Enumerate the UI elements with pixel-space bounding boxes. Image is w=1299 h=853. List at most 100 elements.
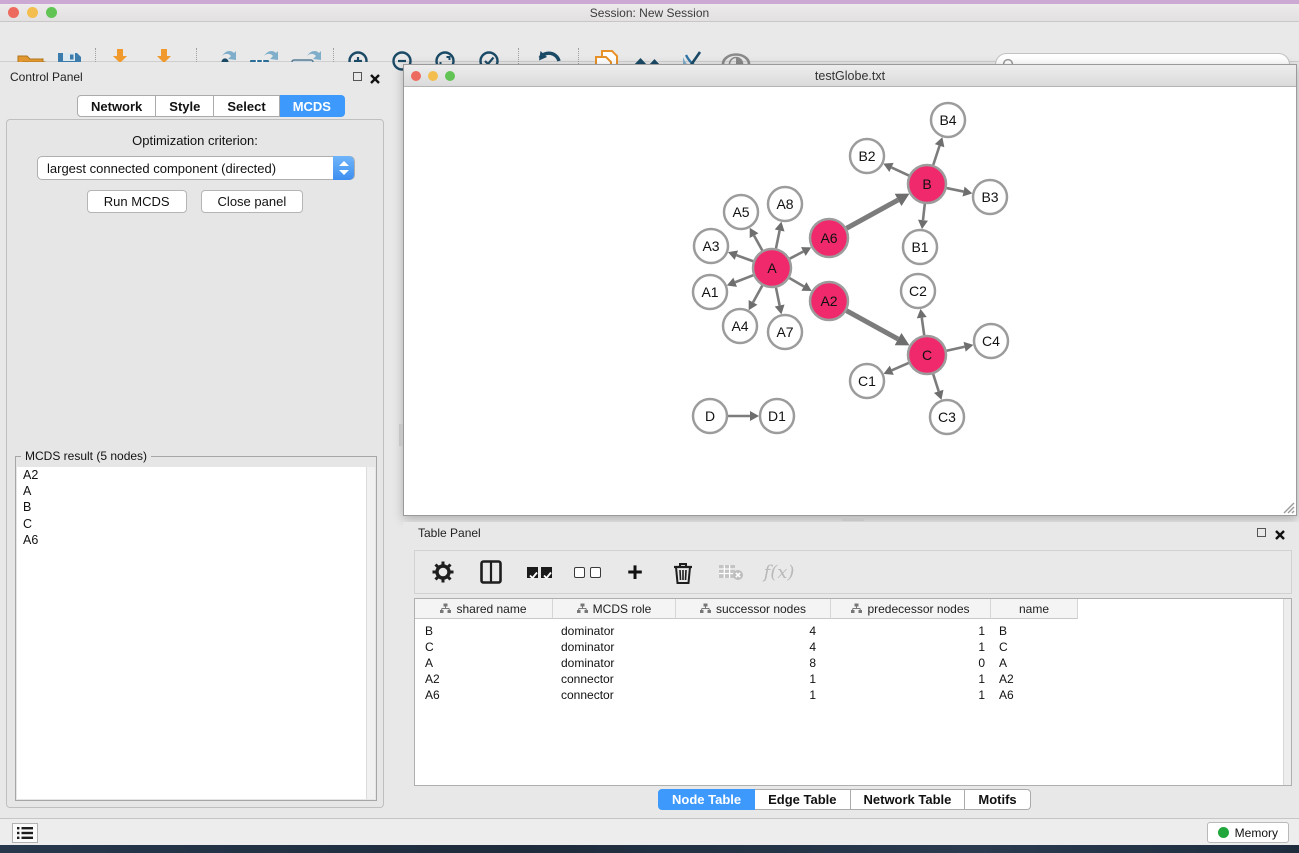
dropdown-stepper[interactable] xyxy=(333,156,354,180)
graph-node-label-A6: A6 xyxy=(820,230,837,246)
memory-label: Memory xyxy=(1235,826,1278,840)
graph-edge-arrow xyxy=(917,309,927,319)
vertical-splitter-handle[interactable] xyxy=(399,424,403,446)
graph-edge-A-A4[interactable] xyxy=(753,286,762,303)
graph-node-label-B2: B2 xyxy=(858,148,875,164)
cell-mcds-role: dominator xyxy=(561,623,673,639)
tab-motifs[interactable]: Motifs xyxy=(965,789,1030,810)
tab-style[interactable]: Style xyxy=(156,95,214,117)
graph-node-label-C4: C4 xyxy=(982,333,1000,349)
cell-successor-nodes: 1 xyxy=(676,687,816,703)
cell-successor-nodes: 4 xyxy=(676,623,816,639)
table-row[interactable]: C dominator 4 1 C xyxy=(415,639,1291,655)
graph-edge-B-B2[interactable] xyxy=(891,167,908,175)
result-item[interactable]: C xyxy=(17,516,366,532)
column-header-predecessor-nodes[interactable]: predecessor nodes xyxy=(831,599,991,619)
tab-network-table[interactable]: Network Table xyxy=(851,789,966,810)
graph-edge-B-B4[interactable] xyxy=(933,146,939,165)
column-type-icon xyxy=(577,603,588,614)
float-panel-icon[interactable] xyxy=(353,72,362,81)
close-table-panel-icon[interactable] xyxy=(1275,527,1285,545)
graph-edge-A-A7[interactable] xyxy=(776,288,780,306)
table-panel: Table Panel + xyxy=(403,522,1299,818)
dropdown-selected-value: largest connected component (directed) xyxy=(47,161,276,176)
column-header-mcds-role[interactable]: MCDS role xyxy=(553,599,676,619)
table-row[interactable]: A6 connector 1 1 A6 xyxy=(415,687,1291,703)
tab-select[interactable]: Select xyxy=(214,95,279,117)
graph-edge-A-A2[interactable] xyxy=(789,278,804,286)
column-type-icon xyxy=(851,603,862,614)
memory-button[interactable]: Memory xyxy=(1207,822,1289,843)
table-row[interactable]: A2 connector 1 1 A2 xyxy=(415,671,1291,687)
graph-edge-A-A8[interactable] xyxy=(776,230,780,248)
mcds-result-list[interactable]: A2 A B C A6 xyxy=(17,467,366,799)
result-item[interactable]: B xyxy=(17,499,366,515)
table-panel-tabs: Node Table Edge Table Network Table Moti… xyxy=(658,789,1031,810)
deselect-all-columns-icon[interactable] xyxy=(573,558,601,586)
graph-node-label-A7: A7 xyxy=(776,324,793,340)
graph-edge-A-A3[interactable] xyxy=(736,255,753,261)
tab-node-table[interactable]: Node Table xyxy=(658,789,755,810)
delete-column-icon[interactable] xyxy=(669,558,697,586)
tab-edge-table[interactable]: Edge Table xyxy=(755,789,850,810)
graph-edge-A6-B[interactable] xyxy=(847,200,899,228)
graph-node-label-A2: A2 xyxy=(820,293,837,309)
app-titlebar[interactable]: Session: New Session xyxy=(0,4,1299,22)
column-header-shared-name[interactable]: shared name xyxy=(415,599,553,619)
show-panels-button[interactable] xyxy=(12,823,38,843)
result-item[interactable]: A xyxy=(17,483,366,499)
cell-name: A2 xyxy=(999,671,1079,687)
column-header-name[interactable]: name xyxy=(991,599,1078,619)
result-item[interactable]: A2 xyxy=(17,467,366,483)
column-label: shared name xyxy=(456,602,526,616)
network-graph[interactable]: B4B2BB3A8A5A6A3B1AA1C2A2A4A7C4CC1C3DD1 xyxy=(404,87,1296,515)
table-scrollbar[interactable] xyxy=(1283,599,1291,785)
graph-edge-A-A1[interactable] xyxy=(735,275,753,282)
graph-edge-C-C3[interactable] xyxy=(933,374,939,391)
result-scrollbar[interactable] xyxy=(366,467,375,799)
cell-shared-name: C xyxy=(425,639,549,655)
table-settings-gear-icon[interactable] xyxy=(429,558,457,586)
graph-edge-C-C4[interactable] xyxy=(947,347,965,351)
graph-node-label-B: B xyxy=(922,176,931,192)
column-header-successor-nodes[interactable]: successor nodes xyxy=(676,599,831,619)
network-canvas[interactable]: B4B2BB3A8A5A6A3B1AA1C2A2A4A7C4CC1C3DD1 xyxy=(404,87,1296,515)
graph-edge-B-B1[interactable] xyxy=(923,204,925,220)
graph-edge-B-B3[interactable] xyxy=(947,188,964,192)
graph-node-label-C3: C3 xyxy=(938,409,956,425)
tab-mcds[interactable]: MCDS xyxy=(280,95,345,117)
cell-mcds-role: connector xyxy=(561,687,673,703)
control-panel-tabs: Network Style Select MCDS xyxy=(77,95,345,117)
cell-predecessor-nodes: 1 xyxy=(831,687,985,703)
graph-edge-C-C1[interactable] xyxy=(892,363,909,370)
network-title: testGlobe.txt xyxy=(404,69,1296,83)
control-panel-title: Control Panel xyxy=(10,70,83,84)
graph-node-label-A8: A8 xyxy=(776,196,793,212)
cell-mcds-role: dominator xyxy=(561,639,673,655)
result-item[interactable]: A6 xyxy=(17,532,366,548)
create-column-icon[interactable]: + xyxy=(621,558,649,586)
cell-shared-name: A6 xyxy=(425,687,549,703)
run-mcds-button[interactable]: Run MCDS xyxy=(87,190,187,213)
tab-network[interactable]: Network xyxy=(77,95,156,117)
horizontal-splitter-handle[interactable] xyxy=(842,517,864,521)
network-window-titlebar[interactable]: testGlobe.txt xyxy=(404,65,1296,87)
graph-node-label-A: A xyxy=(767,260,777,276)
resize-grip-icon[interactable] xyxy=(1281,500,1295,514)
graph-edge-A-A5[interactable] xyxy=(754,236,762,251)
table-row[interactable]: A dominator 8 0 A xyxy=(415,655,1291,671)
close-panel-button[interactable]: Close panel xyxy=(201,190,304,213)
close-panel-icon[interactable] xyxy=(370,71,380,89)
graph-edge-C-C2[interactable] xyxy=(922,318,924,335)
show-columns-icon[interactable] xyxy=(477,558,505,586)
cell-name: C xyxy=(999,639,1079,655)
graph-edge-A2-C[interactable] xyxy=(847,311,899,339)
graph-edge-A-A6[interactable] xyxy=(790,252,804,259)
float-table-panel-icon[interactable] xyxy=(1257,528,1266,537)
graph-node-label-B4: B4 xyxy=(939,112,956,128)
table-row[interactable]: B dominator 4 1 B xyxy=(415,623,1291,639)
optimization-criterion-select[interactable]: largest connected component (directed) xyxy=(37,156,355,180)
node-table[interactable]: shared name MCDS role successor nodes pr… xyxy=(414,598,1292,786)
function-builder-icon-disabled: f(x) xyxy=(765,558,793,586)
select-all-columns-icon[interactable] xyxy=(525,558,553,586)
